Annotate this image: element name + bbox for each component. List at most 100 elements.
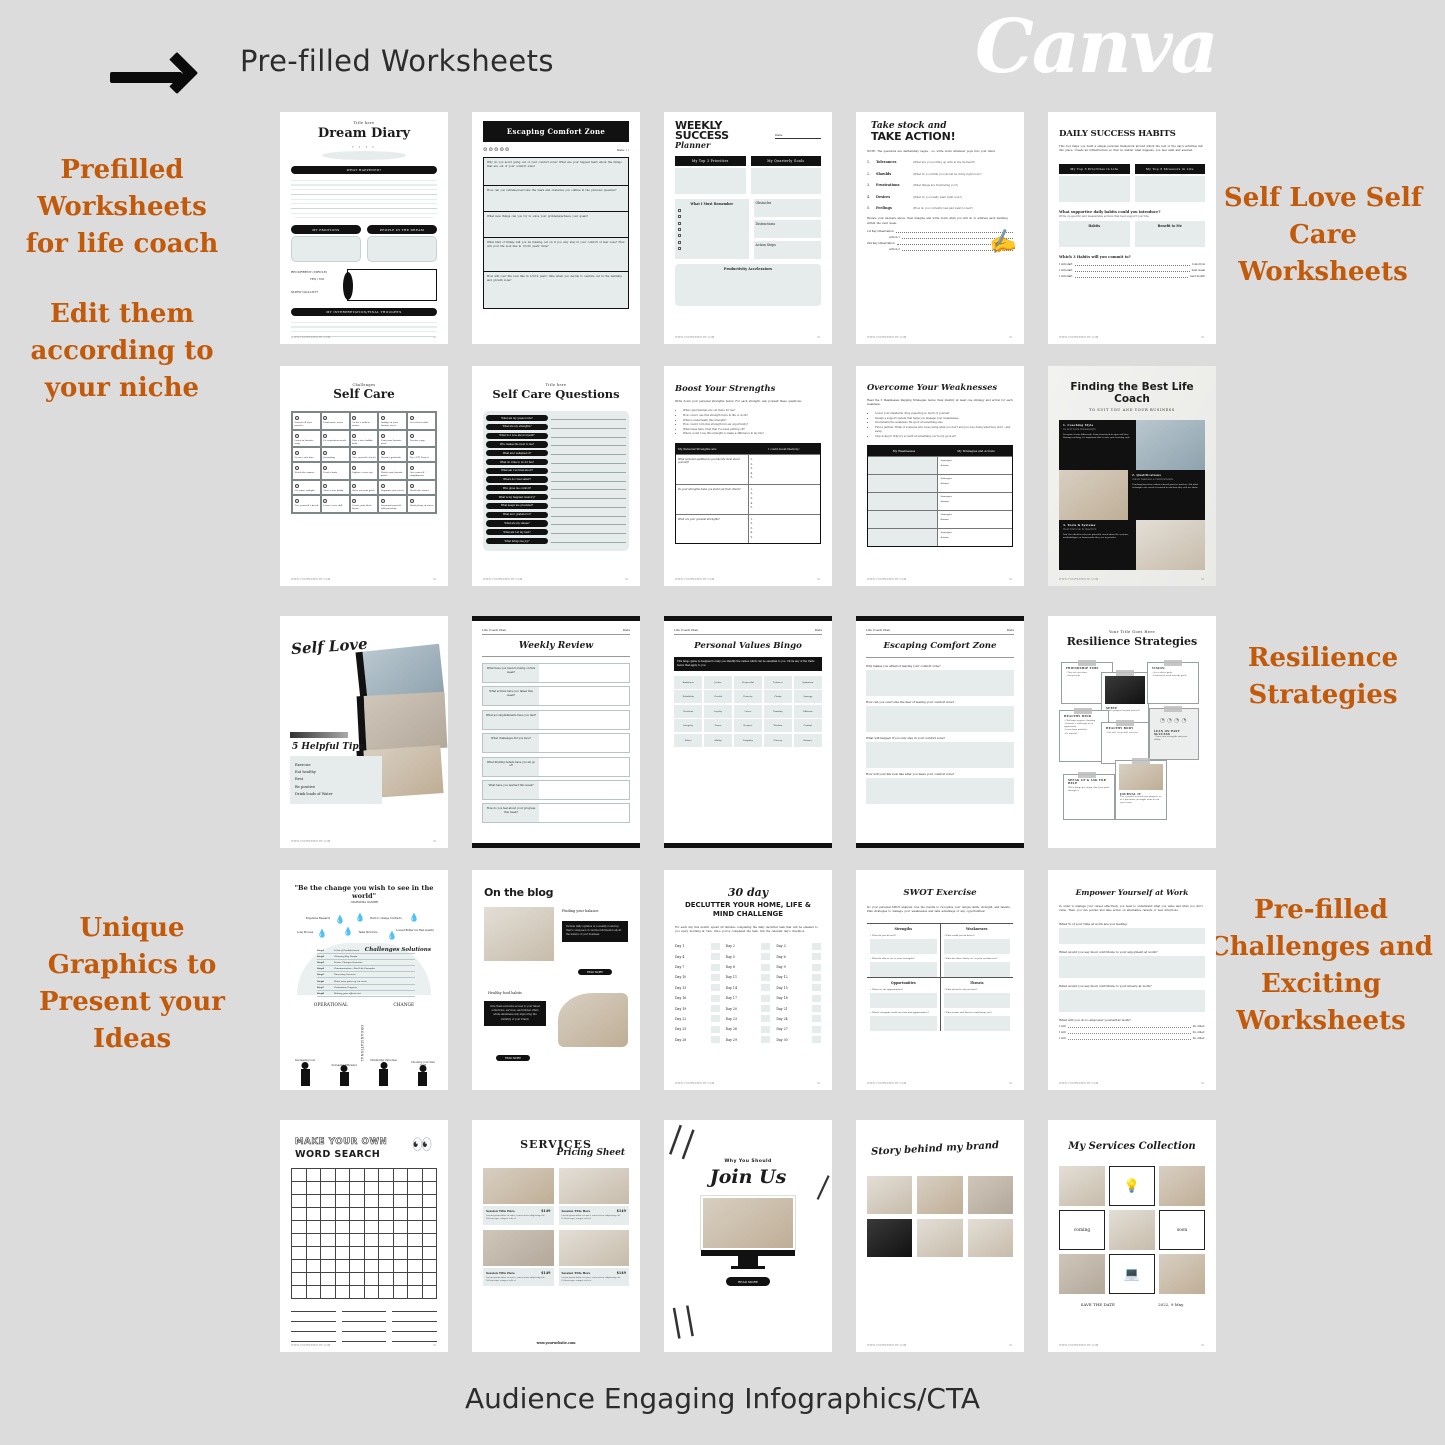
worksheet-finding-best-life-coach[interactable]: Finding the Best Life Coach TO SUIT YOU …: [1048, 366, 1216, 586]
word-search-cell[interactable]: [364, 1260, 379, 1273]
strategy-actions[interactable]: Strategies Actions: [938, 457, 1013, 474]
day-checkbox[interactable]: [761, 984, 771, 992]
worksheet-cell[interactable]: Life Coach Plan Date Escaping Comfort Zo…: [844, 616, 1036, 848]
self-care-task[interactable]: Explore a new city: [349, 462, 379, 481]
word-search-cell[interactable]: [292, 1273, 307, 1286]
question-list[interactable]: What am my goals in life? What are my str…: [483, 411, 629, 551]
word-search-cell[interactable]: [408, 1234, 423, 1247]
day-checkbox[interactable]: [761, 942, 771, 950]
word-search-cell[interactable]: [379, 1195, 394, 1208]
self-care-task[interactable]: Go on a solo date: [292, 447, 321, 463]
worksheet-cell[interactable]: Take stock and TAKE ACTION! NOTE: The qu…: [844, 112, 1036, 344]
worksheet-cell[interactable]: Escaping Comfort Zone ☺☺☺☺☺ Date: / / Wh…: [460, 112, 652, 344]
word-search-cell[interactable]: [321, 1182, 336, 1195]
self-care-grid[interactable]: Stretch all your muscles Drink more water…: [291, 411, 437, 514]
word-search-cell[interactable]: [408, 1286, 423, 1299]
day-row[interactable]: Day 20: [726, 1005, 771, 1013]
self-care-question-row[interactable]: What am I ashamed of?: [486, 450, 626, 457]
word-search-cell[interactable]: [422, 1273, 437, 1286]
word-search-cell[interactable]: [408, 1273, 423, 1286]
worksheet-escaping-comfort-zone-b[interactable]: Life Coach Plan Date Escaping Comfort Zo…: [856, 616, 1024, 848]
day-checkbox[interactable]: [812, 942, 821, 950]
day-row[interactable]: Day 1: [675, 942, 720, 950]
pricing-item[interactable]: Session Title Here $149 Lorem ipsum dolor …: [483, 1229, 554, 1287]
day-row[interactable]: Day 18: [776, 994, 821, 1002]
worksheet-cell[interactable]: 30 day DECLUTTER YOUR HOME, LIFE & MIND …: [652, 870, 844, 1090]
self-care-task[interactable]: Watch your favorite movie: [378, 462, 408, 481]
weakness-input[interactable]: [868, 475, 938, 493]
word-search-cell[interactable]: [408, 1221, 423, 1234]
word-search-cell[interactable]: [306, 1273, 321, 1286]
word-search-cell[interactable]: [350, 1234, 365, 1247]
answer-line[interactable]: [551, 521, 626, 526]
word-search-cell[interactable]: [335, 1195, 350, 1208]
self-care-question-row[interactable]: What keeps me grounded?: [486, 502, 626, 509]
day-checkbox[interactable]: [710, 994, 720, 1002]
word-answer-line[interactable]: [392, 1307, 437, 1312]
value-chip[interactable]: Integrity: [674, 719, 703, 733]
word-search-cell[interactable]: [408, 1260, 423, 1273]
worksheet-cell[interactable]: "Be the change you wish to see in the wo…: [268, 870, 460, 1090]
value-chip[interactable]: Resilient: [674, 704, 703, 718]
day-checkbox[interactable]: [710, 973, 720, 981]
self-care-task[interactable]: Indulge in your favorite treat: [378, 412, 408, 430]
worksheet-boost-your-strengths[interactable]: Boost Your Strengths Write down your per…: [664, 366, 832, 586]
read-more-button-1[interactable]: READ MORE: [578, 969, 612, 976]
word-search-cell[interactable]: [408, 1169, 423, 1182]
word-search-cell[interactable]: [321, 1247, 336, 1260]
word-search-cell[interactable]: [408, 1208, 423, 1221]
word-search-cell[interactable]: [306, 1169, 321, 1182]
self-care-question-row[interactable]: Who makes the most to me?: [486, 441, 626, 448]
answer-area[interactable]: [539, 804, 629, 822]
answer-area[interactable]: [866, 706, 1014, 733]
worksheet-overcome-your-weaknesses[interactable]: Overcome Your Weaknesses Read the 5 Weak…: [856, 366, 1024, 586]
self-care-question-row[interactable]: Who gives me comfort?: [486, 485, 626, 492]
value-chip[interactable]: Respectful: [733, 675, 763, 689]
word-search-cell[interactable]: [292, 1234, 307, 1247]
review-question-row[interactable]: What have you learned this week?: [482, 779, 630, 800]
review-question-row[interactable]: What accomplishments have you had?: [482, 709, 630, 730]
action-line[interactable]: I will Do other:: [1059, 1031, 1205, 1034]
word-answer-line[interactable]: [392, 1327, 437, 1332]
day-row[interactable]: Day 8: [726, 963, 771, 971]
day-checkbox[interactable]: [812, 1025, 821, 1033]
row-answer-lines[interactable]: 1. 2. 3. 4. 5.: [749, 455, 821, 484]
value-chip[interactable]: Clarity: [763, 690, 793, 704]
word-search-cell[interactable]: [422, 1234, 437, 1247]
word-search-cell[interactable]: [292, 1195, 307, 1208]
word-search-cell[interactable]: [350, 1195, 365, 1208]
self-care-task[interactable]: Read a book: [320, 462, 350, 481]
day-row[interactable]: Day 7: [675, 963, 720, 971]
word-search-cell[interactable]: [321, 1260, 336, 1273]
read-more-button[interactable]: READ MORE: [726, 1277, 770, 1287]
worksheet-cell[interactable]: Title here Dream Diary • • • • WHAT HAPP…: [268, 112, 460, 344]
word-search-cell[interactable]: [379, 1234, 394, 1247]
worksheet-be-the-change[interactable]: "Be the change you wish to see in the wo…: [280, 870, 448, 1090]
worksheet-cell[interactable]: WEEKLY SUCCESS Planner Date: My Top 3 Pr…: [652, 112, 844, 344]
pricing-item[interactable]: Session Title Here $149 Lorem ipsum dolor …: [558, 1229, 629, 1287]
word-search-cell[interactable]: [364, 1286, 379, 1299]
word-answer-line[interactable]: [291, 1317, 336, 1322]
worksheet-cell[interactable]: My Services Collection 💡 coming soon 💻 S…: [1036, 1120, 1228, 1352]
worksheet-word-search[interactable]: MAKE YOUR OWN WORD SEARCH 👀 WWW.YOURWEBS…: [280, 1120, 448, 1352]
word-search-cell[interactable]: [393, 1169, 408, 1182]
review-question-row[interactable]: What have you been focusing on this week…: [482, 663, 630, 683]
word-search-cell[interactable]: [292, 1169, 307, 1182]
answer-area[interactable]: [539, 758, 629, 776]
word-search-cell[interactable]: [292, 1260, 307, 1273]
word-search-cell[interactable]: [335, 1260, 350, 1273]
value-chip[interactable]: Control: [793, 719, 822, 733]
self-care-task[interactable]: Create your ideal future: [349, 494, 379, 513]
word-search-cell[interactable]: [364, 1195, 379, 1208]
worksheet-cell[interactable]: Self Love 5 Helpful Tips Exercise Eat hea…: [268, 616, 460, 848]
word-answer-line[interactable]: [291, 1327, 336, 1332]
word-search-cell[interactable]: [364, 1221, 379, 1234]
worksheet-resilience-strategies[interactable]: Your Title Goes Here Resilience Strategi…: [1048, 616, 1216, 848]
word-search-cell[interactable]: [408, 1182, 423, 1195]
word-search-cell[interactable]: [350, 1260, 365, 1273]
worksheet-cell[interactable]: Title here Self Care Questions What am m…: [460, 366, 652, 586]
word-search-cell[interactable]: [350, 1182, 365, 1195]
word-answer-line[interactable]: [341, 1337, 387, 1342]
word-search-cell[interactable]: [408, 1195, 423, 1208]
word-search-cell[interactable]: [292, 1182, 307, 1195]
